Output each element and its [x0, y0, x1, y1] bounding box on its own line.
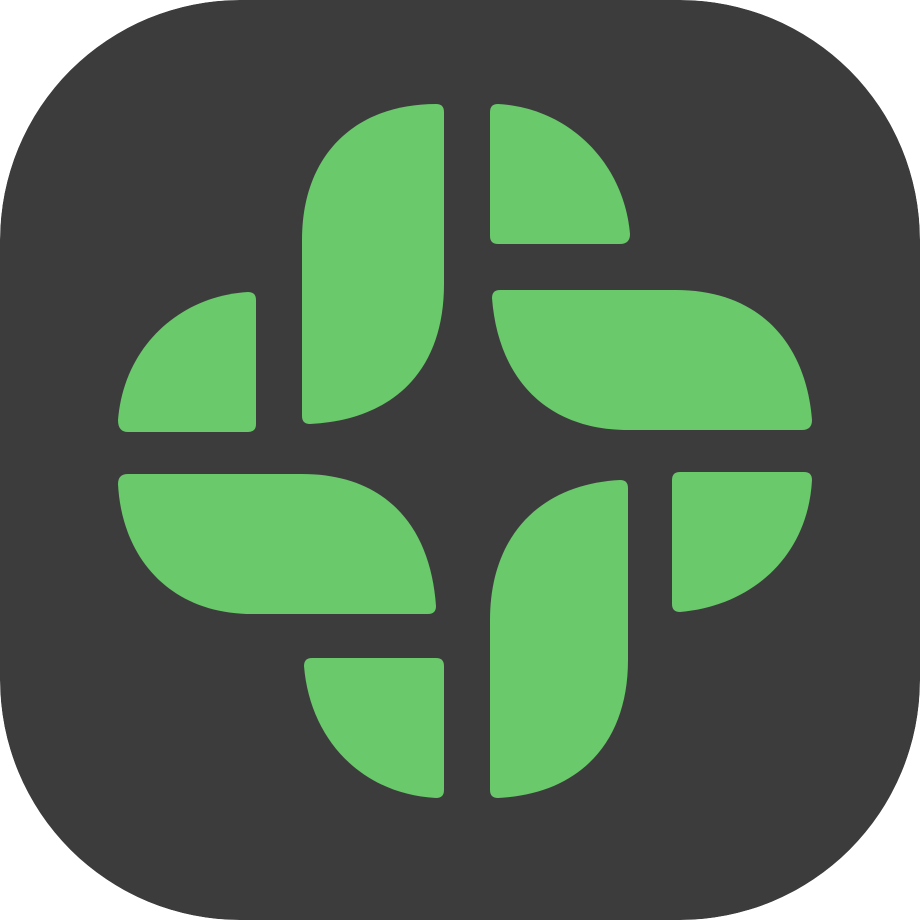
app-icon[interactable]: [0, 0, 920, 920]
green-cross-petals-icon: [0, 0, 920, 920]
icon-background: [0, 0, 920, 920]
